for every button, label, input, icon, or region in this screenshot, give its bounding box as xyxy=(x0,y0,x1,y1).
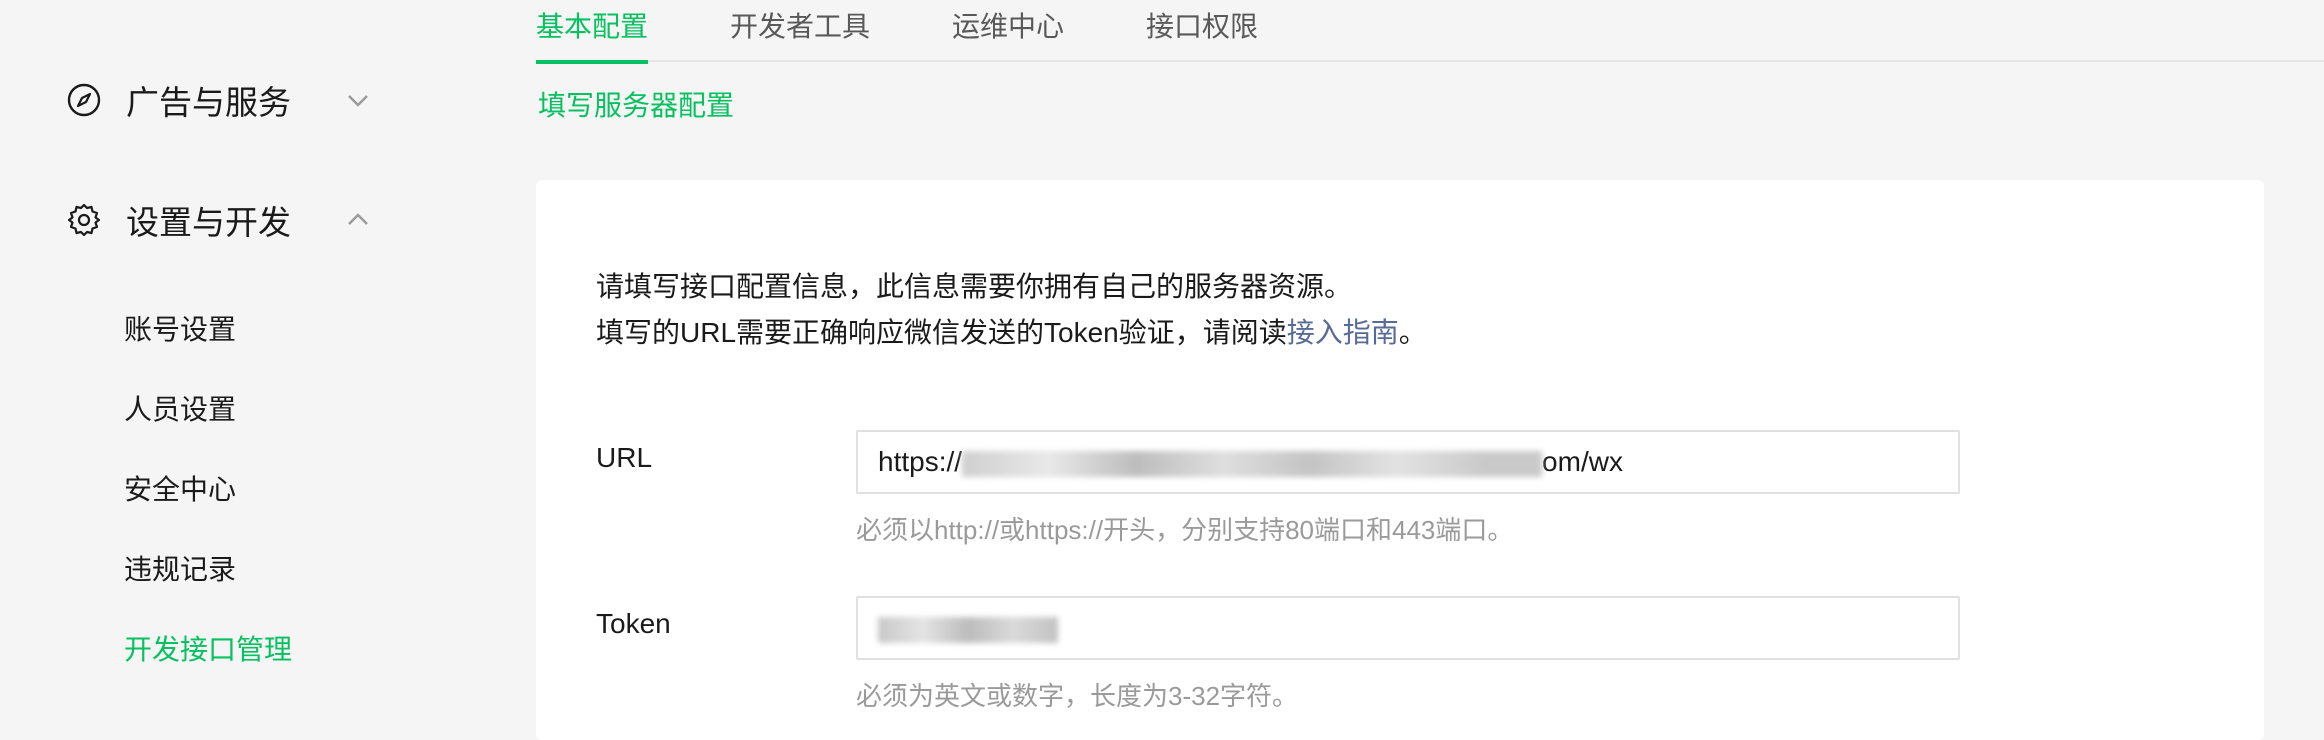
sidebar-item-account-settings[interactable]: 账号设置 xyxy=(124,308,236,348)
compass-icon xyxy=(64,80,104,120)
main-content: 基本配置 开发者工具 运维中心 接口权限 填写服务器配置 请填写接口配置信息，此… xyxy=(500,0,2324,740)
tab-basic-config[interactable]: 基本配置 xyxy=(536,0,649,64)
notice-line-2: 填写的URL需要正确响应微信发送的Token验证，请阅读接入指南。 xyxy=(596,310,1427,356)
nav-group-ads-services[interactable]: 广告与服务 xyxy=(64,70,374,130)
config-card: 请填写接口配置信息，此信息需要你拥有自己的服务器资源。 填写的URL需要正确响应… xyxy=(536,180,2264,740)
sidebar-item-dev-interface[interactable]: 开发接口管理 xyxy=(124,628,292,668)
sidebar: 广告与服务 设置与开发 账号设置 人员设置 安全中心 违规记录 开发接口管理 xyxy=(0,0,500,703)
url-input[interactable]: https:// om/wx xyxy=(856,430,1960,494)
section-title: 填写服务器配置 xyxy=(538,90,735,121)
chevron-up-icon[interactable] xyxy=(342,204,374,236)
nav-group-settings-dev[interactable]: 设置与开发 xyxy=(64,190,374,250)
token-value-redacted xyxy=(878,616,1058,643)
gear-icon xyxy=(64,200,104,240)
sidebar-item-security-center[interactable]: 安全中心 xyxy=(124,468,236,508)
nav-group-label: 广告与服务 xyxy=(126,84,291,121)
url-value-start: https:// xyxy=(878,446,963,477)
url-value-end: om/wx xyxy=(1542,446,1623,477)
url-value-redacted xyxy=(962,450,1543,477)
sidebar-item-violation-records[interactable]: 违规记录 xyxy=(124,548,236,588)
notice-line-1: 请填写接口配置信息，此信息需要你拥有自己的服务器资源。 xyxy=(596,271,1353,302)
sidebar-item-staff-settings[interactable]: 人员设置 xyxy=(124,388,236,428)
token-hint: 必须为英文或数字，长度为3-32字符。 xyxy=(856,681,1299,711)
tab-ops-center[interactable]: 运维中心 xyxy=(952,0,1064,62)
chevron-down-icon[interactable] xyxy=(342,84,374,116)
url-hint: 必须以http://或https://开头，分别支持80端口和443端口。 xyxy=(856,515,1514,545)
notice-text: 请填写接口配置信息，此信息需要你拥有自己的服务器资源。 填写的URL需要正确响应… xyxy=(596,264,1427,356)
notice-line-2-suffix: 。 xyxy=(1398,317,1427,348)
tab-bar: 基本配置 开发者工具 运维中心 接口权限 xyxy=(536,0,2324,64)
tab-interface-permissions[interactable]: 接口权限 xyxy=(1146,0,1258,62)
url-label: URL xyxy=(596,442,653,473)
token-label: Token xyxy=(596,608,671,639)
token-input[interactable] xyxy=(856,596,1960,660)
notice-line-2-prefix: 填写的URL需要正确响应微信发送的Token验证，请阅读 xyxy=(596,317,1287,348)
tab-developer-tools[interactable]: 开发者工具 xyxy=(730,0,870,62)
access-guide-link[interactable]: 接入指南 xyxy=(1287,317,1399,348)
nav-group-label: 设置与开发 xyxy=(126,204,291,241)
